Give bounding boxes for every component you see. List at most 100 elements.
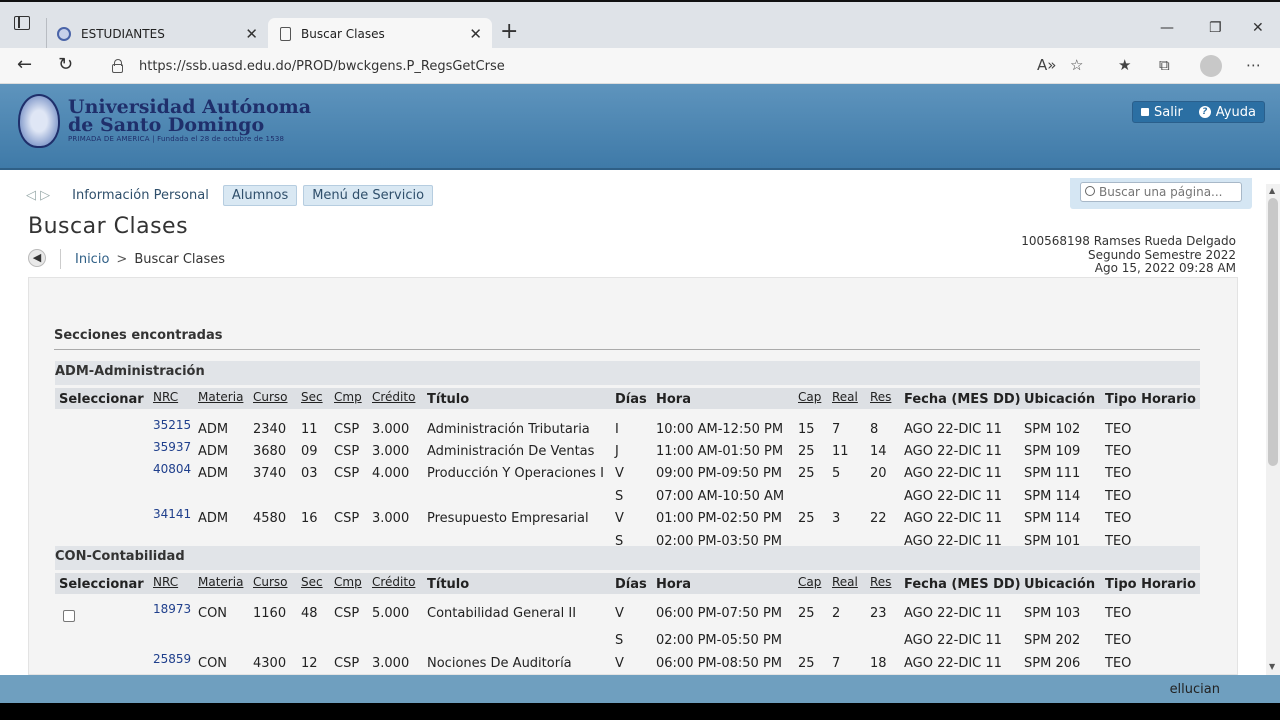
nrc-link[interactable]: 35937 [153, 440, 191, 454]
column-header: Seleccionar [59, 392, 144, 407]
cell-ubicacion: SPM 103 [1024, 606, 1081, 621]
cell-res: 14 [870, 444, 887, 459]
column-header: Título [427, 577, 470, 592]
cell-hora: 02:00 PM-05:50 PM [656, 633, 782, 648]
cell-titulo: Presupuesto Empresarial [427, 511, 589, 526]
menu-item-alumnos[interactable]: Alumnos [222, 184, 298, 206]
university-seal-icon [18, 94, 60, 148]
column-header-row: Seleccionar NRC Materia Curso Sec Cmp Crédito T… [55, 573, 1200, 594]
cell-cap: 25 [798, 656, 815, 671]
restore-icon[interactable]: ❐ [1209, 20, 1222, 36]
breadcrumb-home[interactable]: Inicio [75, 252, 109, 267]
column-header: Real [832, 575, 858, 589]
table-row: S 02:00 PM-05:50 PM AGO 22-DIC 11 SPM 202 TE… [55, 628, 1200, 650]
cell-credito: 4.000 [372, 466, 410, 481]
search-input[interactable] [1080, 182, 1242, 202]
menu-item-personal[interactable]: Información Personal [64, 186, 217, 205]
cell-res: 20 [870, 466, 887, 481]
table-row: 35937 ADM 3680 09 CSP 3.000 Administración De … [55, 439, 1200, 461]
window-close-icon[interactable]: ✕ [1252, 20, 1264, 36]
tab-estudiantes[interactable]: ESTUDIANTES ✕ [46, 18, 268, 50]
cell-hora: 06:00 PM-07:50 PM [656, 606, 782, 621]
cell-dias: I [615, 422, 619, 437]
cell-curso: 4300 [253, 656, 287, 671]
page-title: Buscar Clases [28, 214, 189, 239]
nrc-link[interactable]: 18973 [153, 602, 191, 616]
subject-heading: ADM-Administración [55, 361, 1200, 385]
cell-materia: CON [198, 656, 228, 671]
cell-titulo: Administración Tributaria [427, 422, 590, 437]
column-header: Hora [656, 577, 691, 592]
footer-bar: ellucian [0, 675, 1280, 703]
scroll-thumb[interactable] [1268, 198, 1278, 466]
select-checkbox[interactable] [63, 610, 75, 622]
scroll-up-icon[interactable]: ▲ [1269, 186, 1275, 195]
menu-scroll-arrows-icon[interactable]: ◁ ▷ [26, 188, 50, 203]
cell-curso: 4580 [253, 511, 287, 526]
tab-buscar-clases[interactable]: Buscar Clases ✕ [268, 18, 492, 50]
table-row: 40804 ADM 3740 03 CSP 4.000 Producción Y Opera… [55, 461, 1200, 483]
cell-sec: 03 [301, 466, 318, 481]
help-button[interactable]: ? Ayuda [1191, 105, 1264, 120]
cell-credito: 3.000 [372, 444, 410, 459]
cell-sec: 48 [301, 606, 318, 621]
more-menu-icon[interactable]: ⋯ [1246, 56, 1261, 74]
cell-materia: ADM [198, 466, 229, 481]
nrc-link[interactable]: 34141 [153, 507, 191, 521]
column-header: NRC [153, 390, 179, 404]
close-icon[interactable]: ✕ [245, 25, 258, 43]
cell-curso: 2340 [253, 422, 287, 437]
page-scrollbar[interactable]: ▲ ▼ [1266, 184, 1280, 675]
cell-materia: ADM [198, 422, 229, 437]
cell-res: 18 [870, 656, 887, 671]
cell-real: 7 [832, 422, 841, 437]
nrc-link[interactable]: 25859 [153, 652, 191, 666]
cell-dias: S [615, 633, 624, 648]
column-header: Crédito [372, 575, 416, 589]
menu-item-servicio[interactable]: Menú de Servicio [303, 184, 434, 206]
column-header: Tipo Horario [1105, 577, 1196, 592]
back-arrow-icon[interactable]: ← [17, 54, 32, 75]
tab-actions-icon[interactable] [14, 16, 30, 30]
minimize-icon[interactable]: — [1160, 20, 1174, 36]
scroll-down-icon[interactable]: ▼ [1269, 662, 1275, 671]
university-banner: Universidad Autónoma de Santo Domingo PR… [0, 84, 1280, 170]
cell-cmp: CSP [334, 511, 360, 526]
page-favicon-icon [280, 27, 291, 41]
nrc-link[interactable]: 35215 [153, 418, 191, 432]
tab-label: Buscar Clases [301, 27, 385, 41]
cell-real: 11 [832, 444, 849, 459]
table-row: 34141 ADM 4580 16 CSP 3.000 Presupuesto Empres… [55, 506, 1200, 528]
url-text: https://ssb.uasd.edu.do/PROD/bwckgens.P_… [139, 58, 505, 74]
refresh-icon[interactable]: ↻ [58, 54, 73, 75]
cell-dias: V [615, 511, 624, 526]
cell-titulo: Contabilidad General II [427, 606, 577, 621]
read-aloud-icon[interactable]: A» [1037, 56, 1056, 74]
cell-curso: 3680 [253, 444, 287, 459]
cell-fecha: AGO 22-DIC 11 [904, 466, 1002, 481]
cell-fecha: AGO 22-DIC 11 [904, 422, 1002, 437]
logout-button[interactable]: Salir [1133, 105, 1191, 120]
column-header: Materia [198, 575, 244, 589]
collections-icon[interactable]: ⧉ [1159, 56, 1170, 74]
cell-tipo: TEO [1105, 422, 1132, 437]
new-tab-icon[interactable]: + [500, 21, 518, 43]
cell-cmp: CSP [334, 606, 360, 621]
add-favorite-icon[interactable]: ☆ [1070, 56, 1083, 74]
cell-real: 7 [832, 656, 841, 671]
url-field[interactable]: https://ssb.uasd.edu.do/PROD/bwckgens.P_… [98, 52, 1098, 80]
user-info: 100568198 Ramses Rueda Delgado Segundo S… [1021, 234, 1236, 276]
profile-avatar-icon[interactable] [1200, 55, 1222, 77]
cell-tipo: TEO [1105, 656, 1132, 671]
close-icon[interactable]: ✕ [469, 25, 482, 43]
favorites-icon[interactable]: ★ [1118, 56, 1131, 74]
cell-cap: 25 [798, 511, 815, 526]
cell-ubicacion: SPM 202 [1024, 633, 1081, 648]
back-circle-icon[interactable]: ◀ [28, 249, 46, 267]
cell-titulo: Nociones De Auditoría [427, 656, 572, 671]
cell-dias: J [615, 444, 619, 459]
page-search [1070, 178, 1252, 209]
nrc-link[interactable]: 40804 [153, 462, 191, 476]
cell-ubicacion: SPM 114 [1024, 489, 1081, 504]
lock-icon [1141, 108, 1149, 116]
